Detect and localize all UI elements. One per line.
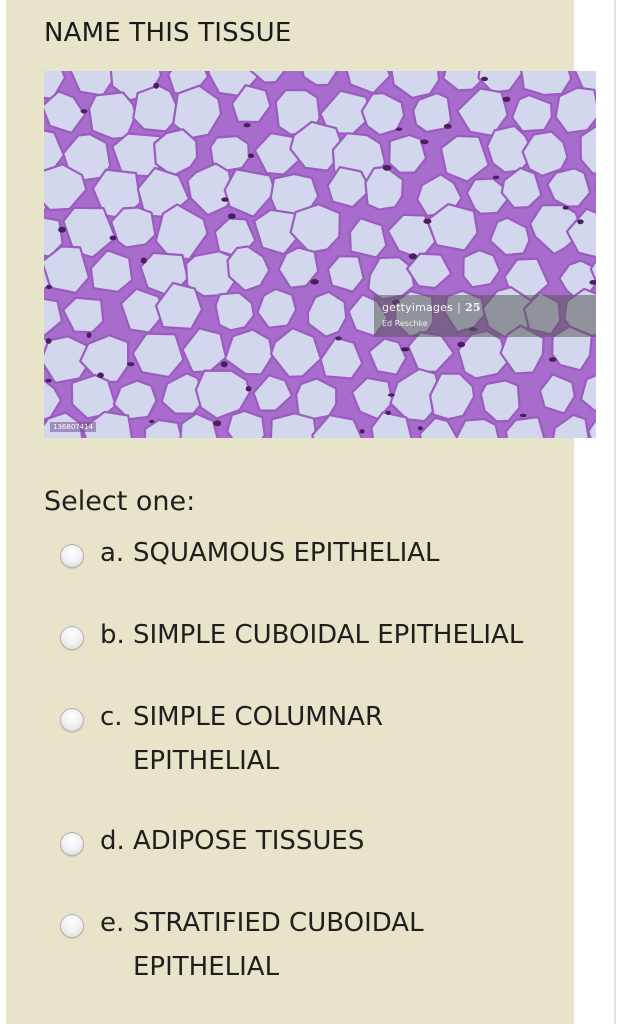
option-letter: a. [100, 538, 125, 568]
option-label: SIMPLE COLUMNAR EPITHELIAL [133, 702, 384, 776]
fat-cell [256, 287, 298, 329]
cell-nucleus [519, 413, 527, 418]
cell-nucleus [502, 96, 511, 102]
option-label: SIMPLE CUBOIDAL EPITHELIAL [133, 620, 524, 650]
cell-nucleus [45, 338, 52, 344]
tissue-image: gettyimages | 25 Ed Reschke 136807414 [44, 71, 596, 438]
fat-cell [348, 217, 388, 259]
tissue-micrograph-graphic [44, 71, 596, 438]
cell-nucleus [457, 341, 466, 348]
cell-nucleus [46, 284, 53, 290]
cell-nucleus [382, 164, 392, 171]
cell-nucleus [80, 109, 88, 114]
question-title: NAME THIS TISSUE [44, 18, 292, 48]
option-letter: e. [100, 908, 125, 938]
cell-nucleus [220, 361, 228, 368]
radio-button-b[interactable] [60, 626, 84, 650]
radio-button-c[interactable] [60, 708, 84, 732]
fat-cell [388, 133, 428, 174]
cell-nucleus [577, 219, 584, 225]
cell-nucleus [97, 372, 104, 379]
cell-nucleus [228, 213, 236, 219]
option-label: STRATIFIED CUBOIDAL EPITHELIAL [133, 908, 424, 982]
option-letter: b. [100, 620, 125, 650]
cell-nucleus [310, 279, 319, 285]
cell-nucleus [562, 205, 569, 210]
cell-nucleus [221, 197, 229, 202]
fat-cell [109, 206, 157, 249]
cell-nucleus [127, 362, 135, 367]
cell-nucleus [443, 123, 452, 129]
cell-nucleus [213, 420, 222, 427]
option-label: SQUAMOUS EPITHELIAL [133, 538, 440, 568]
fat-cell [295, 377, 338, 421]
cell-nucleus [420, 139, 429, 145]
cell-nucleus [385, 410, 391, 415]
fat-cell [87, 91, 137, 140]
radio-button-a[interactable] [60, 544, 84, 568]
cell-nucleus [492, 175, 500, 180]
cell-nucleus [153, 82, 160, 89]
cell-nucleus [400, 347, 410, 352]
cell-nucleus [149, 419, 155, 424]
cell-nucleus [423, 218, 432, 224]
fat-cell [226, 409, 266, 438]
cell-nucleus [395, 127, 403, 131]
cell-nucleus [359, 429, 365, 434]
option-letter: c. [100, 702, 123, 732]
cell-nucleus [109, 235, 117, 241]
fat-cell [546, 167, 592, 208]
cell-nucleus [45, 378, 52, 383]
cell-nucleus [417, 426, 423, 431]
cell-nucleus [387, 393, 395, 397]
cell-nucleus [86, 332, 92, 338]
photo-credit: Ed Reschke [382, 319, 428, 328]
cell-nucleus [140, 257, 147, 264]
option-label: ADIPOSE TISSUES [133, 826, 365, 856]
cell-nucleus [248, 153, 255, 158]
cell-nucleus [243, 123, 251, 128]
radio-button-e[interactable] [60, 914, 84, 938]
fat-cell [269, 412, 318, 438]
select-one-prompt: Select one: [44, 486, 196, 517]
fat-cell [511, 93, 553, 133]
fat-cell [326, 255, 365, 293]
radio-button-d[interactable] [60, 832, 84, 856]
option-letter: d. [100, 826, 125, 856]
image-id-label: 136807414 [50, 422, 97, 432]
cell-nucleus [548, 357, 557, 362]
cell-nucleus [58, 226, 66, 233]
cell-nucleus [245, 386, 252, 392]
cell-nucleus [408, 253, 417, 260]
page-right-border [614, 0, 616, 1024]
fat-cell [554, 86, 596, 135]
cell-nucleus [335, 336, 342, 341]
getty-watermark: gettyimages | 25 [382, 301, 481, 314]
cell-nucleus [481, 76, 488, 82]
